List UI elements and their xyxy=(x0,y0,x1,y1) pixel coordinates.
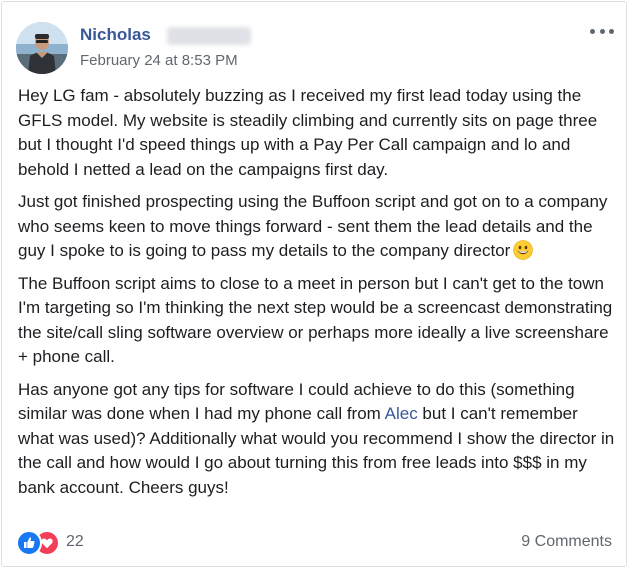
post-body: Hey LG fam - absolutely buzzing as I rec… xyxy=(18,84,618,508)
post-paragraph-4: Has anyone got any tips for software I c… xyxy=(18,378,618,501)
dot-icon xyxy=(599,28,605,34)
grinning-face-icon xyxy=(513,240,534,260)
mention-link[interactable]: Alec xyxy=(385,404,418,423)
more-options-button[interactable] xyxy=(590,24,614,38)
author-name[interactable]: Nicholas xyxy=(80,25,151,45)
author-avatar[interactable] xyxy=(16,22,68,74)
post-paragraph-2: Just got finished prospecting using the … xyxy=(18,190,618,264)
reaction-count: 22 xyxy=(66,533,84,550)
post-paragraph-1: Hey LG fam - absolutely buzzing as I rec… xyxy=(18,86,598,179)
like-reaction-icon xyxy=(16,530,42,556)
avatar-photo xyxy=(16,22,68,74)
post-paragraph-3: The Buffoon script aims to close to a me… xyxy=(18,273,613,367)
post-card: Nicholas February 24 at 8:53 PM Hey LG f… xyxy=(1,1,627,567)
post-timestamp[interactable]: February 24 at 8:53 PM xyxy=(80,52,238,69)
post-footer: 22 9 Comments xyxy=(16,530,612,556)
comments-count-link[interactable]: 9 Comments xyxy=(521,533,612,551)
dot-icon xyxy=(590,28,595,34)
dot-icon xyxy=(609,28,614,34)
redacted-last-name xyxy=(167,27,251,45)
